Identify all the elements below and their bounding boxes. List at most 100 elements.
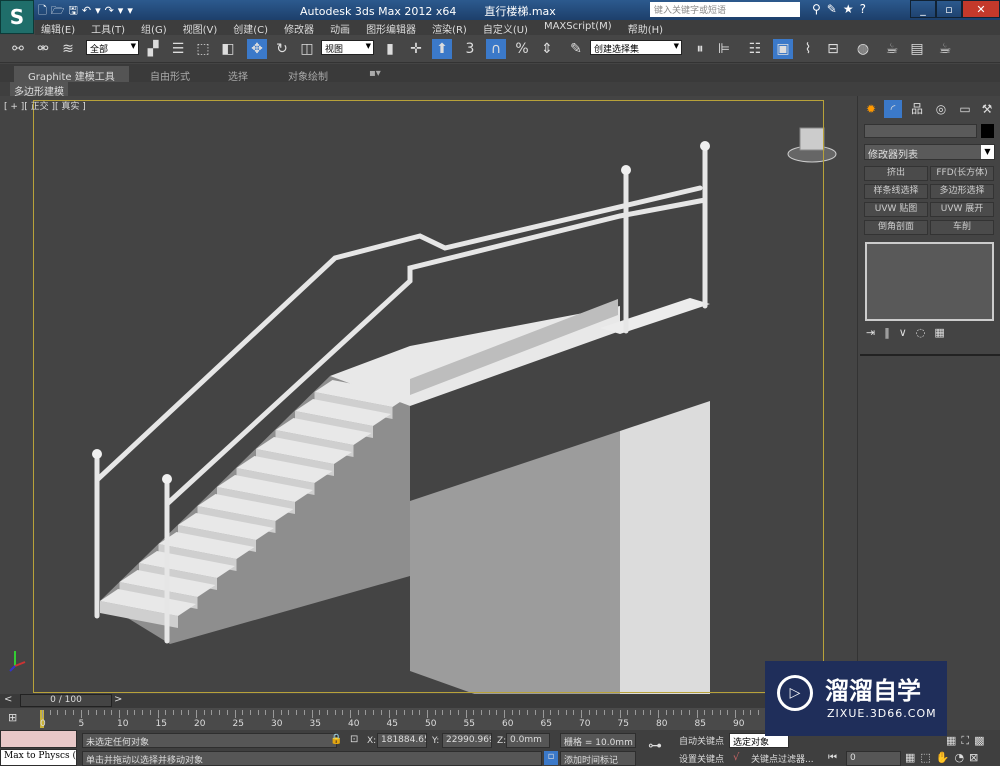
snap-toggle-icon[interactable]: 3: [460, 39, 480, 59]
uvw-map-button[interactable]: UVW 贴图: [864, 202, 928, 217]
absolute-mode-icon[interactable]: ⊡: [350, 734, 358, 745]
named-selection-dropdown[interactable]: 创建选择集: [590, 40, 682, 55]
material-editor-icon[interactable]: ◍: [853, 39, 873, 59]
maximize-button[interactable]: ▫: [936, 0, 962, 18]
menu-group[interactable]: 组(G): [135, 20, 177, 36]
mirror-icon[interactable]: ⏸: [690, 39, 710, 59]
z-coordinate-field[interactable]: 0.0mm: [506, 733, 550, 748]
tab-freeform[interactable]: 自由形式: [136, 66, 204, 83]
extrude-button[interactable]: 挤出: [864, 166, 928, 181]
viewport-label[interactable]: [ + ][ 正交 ][ 真实 ]: [4, 99, 86, 112]
bevel-profile-button[interactable]: 倒角剖面: [864, 220, 928, 235]
rect-selection-icon[interactable]: ⬚: [193, 39, 213, 59]
menu-graph-editors[interactable]: 图形编辑器: [360, 20, 426, 36]
menu-edit[interactable]: 编辑(E): [35, 20, 85, 36]
infocenter-icons[interactable]: ⚲✎★?: [812, 2, 872, 16]
unwrap-uvw-button[interactable]: UVW 展开: [930, 202, 994, 217]
layer-manager-icon[interactable]: ☷: [745, 39, 765, 59]
bind-space-warp-icon[interactable]: ≋: [58, 39, 78, 59]
hierarchy-tab-icon[interactable]: 品: [908, 100, 926, 118]
search-input[interactable]: 键入关键字或短语: [650, 2, 800, 17]
menu-rendering[interactable]: 渲染(R): [426, 20, 477, 36]
align-icon[interactable]: ⊫: [714, 39, 734, 59]
x-coordinate-field[interactable]: 181884.65: [377, 733, 427, 748]
quick-access-toolbar[interactable]: 🗋🗁🖫↶▾↷▾▾: [38, 2, 137, 21]
menu-create[interactable]: 创建(C): [227, 20, 278, 36]
scale-icon[interactable]: ◫: [297, 39, 317, 59]
ribbon-options-icon[interactable]: ▪▾: [355, 66, 395, 82]
spline-select-button[interactable]: 样条线选择: [864, 184, 928, 199]
unlink-icon[interactable]: ⚮: [33, 39, 53, 59]
maxscript-listener[interactable]: [0, 730, 77, 748]
selection-filter-dropdown[interactable]: 全部: [86, 40, 139, 55]
poly-select-button[interactable]: 多边形选择: [930, 184, 994, 199]
y-coordinate-field[interactable]: 22990.969: [442, 733, 492, 748]
select-object-icon[interactable]: ▞: [143, 39, 163, 59]
create-tab-icon[interactable]: ✹: [862, 100, 880, 118]
ffd-box-button[interactable]: FFD(长方体): [930, 166, 994, 181]
viewport-navigation-icons[interactable]: ▦⬚✋◔⊠: [905, 751, 983, 764]
modify-tab-icon[interactable]: ◜: [884, 100, 902, 118]
close-button[interactable]: ✕: [962, 0, 1000, 18]
render-setup-icon[interactable]: ☕: [882, 39, 902, 59]
link-icon[interactable]: ⚯: [8, 39, 28, 59]
move-icon[interactable]: ✥: [247, 39, 267, 59]
object-name-input[interactable]: [864, 124, 977, 138]
stack-tools-icons[interactable]: ⇥‖∨◌▦: [866, 326, 954, 339]
edit-named-selection-icon[interactable]: ✎: [566, 39, 586, 59]
next-frame-icon[interactable]: >: [114, 694, 122, 705]
percent-snap-icon[interactable]: %: [512, 39, 532, 59]
object-color-swatch[interactable]: [981, 124, 994, 138]
prev-frame-icon[interactable]: <: [4, 694, 12, 705]
time-slider[interactable]: 0 / 100: [20, 694, 112, 707]
modifier-stack[interactable]: [865, 242, 994, 321]
menu-views[interactable]: 视图(V): [177, 20, 228, 36]
lathe-button[interactable]: 车削: [930, 220, 994, 235]
menu-animation[interactable]: 动画: [324, 20, 360, 36]
key-tangent-icon[interactable]: √: [733, 752, 739, 763]
polygon-modeling-label[interactable]: 多边形建模: [10, 82, 68, 98]
window-crossing-icon[interactable]: ◧: [218, 39, 238, 59]
modifier-list-dropdown[interactable]: 修改器列表 ▼: [864, 144, 995, 161]
key-filters-button[interactable]: 关键点过滤器...: [748, 751, 820, 766]
menu-tools[interactable]: 工具(T): [85, 20, 135, 36]
spinner-snap-icon[interactable]: ⇕: [537, 39, 557, 59]
go-to-start-icon[interactable]: ⏮: [828, 752, 837, 763]
time-tag-icon[interactable]: ▫: [544, 751, 558, 765]
time-slider-track[interactable]: < >: [0, 694, 857, 708]
tab-graphite[interactable]: Graphite 建模工具: [14, 66, 129, 83]
key-icon[interactable]: ⊶: [648, 738, 662, 754]
zoom-extents-icons[interactable]: ▦⛶▩: [946, 734, 990, 748]
select-by-name-icon[interactable]: ☰: [168, 39, 188, 59]
motion-tab-icon[interactable]: ◎: [932, 100, 950, 118]
angle-snap-icon[interactable]: ∩: [486, 39, 506, 59]
reference-coordinate-dropdown[interactable]: 视图: [321, 40, 374, 55]
manipulate-icon[interactable]: ✛: [406, 39, 426, 59]
tab-object-paint[interactable]: 对象绘制: [274, 66, 342, 83]
lock-icon[interactable]: 🔒: [330, 734, 342, 745]
set-key-button[interactable]: 设置关键点: [676, 751, 728, 766]
rendered-frame-icon[interactable]: ▤: [907, 39, 927, 59]
add-time-tag[interactable]: 添加时间标记: [560, 751, 636, 766]
tab-selection[interactable]: 选择: [214, 66, 262, 83]
display-tab-icon[interactable]: ▭: [956, 100, 974, 118]
render-icon[interactable]: ☕: [935, 39, 955, 59]
menu-help[interactable]: 帮助(H): [622, 20, 673, 36]
minimize-button[interactable]: _: [910, 0, 936, 18]
keyboard-shortcut-icon[interactable]: ⬆: [432, 39, 452, 59]
schematic-view-icon[interactable]: ⊟: [823, 39, 843, 59]
maxscript-line[interactable]: Max to Physcs (: [0, 749, 77, 766]
current-frame-field[interactable]: 0: [846, 751, 901, 766]
curve-editor-mini-icon[interactable]: ⊞: [8, 711, 17, 724]
track-bar[interactable]: ⊞ 0 5 10 15 20 25 30 35 40 45 50 55 60 65 70 75 80 85 90: [0, 708, 857, 730]
app-logo[interactable]: S: [0, 0, 34, 34]
utilities-tab-icon[interactable]: ⚒: [978, 100, 996, 118]
menu-modifiers[interactable]: 修改器: [278, 20, 324, 36]
pivot-icon[interactable]: ▮: [380, 39, 400, 59]
menu-customize[interactable]: 自定义(U): [477, 20, 538, 36]
rotate-icon[interactable]: ↻: [272, 39, 292, 59]
curve-editor-icon[interactable]: ⌇: [798, 39, 818, 59]
auto-key-button[interactable]: 自动关键点: [676, 733, 728, 748]
graphite-toggle-icon[interactable]: ▣: [773, 39, 793, 59]
menu-maxscript[interactable]: MAXScript(M): [538, 20, 622, 35]
